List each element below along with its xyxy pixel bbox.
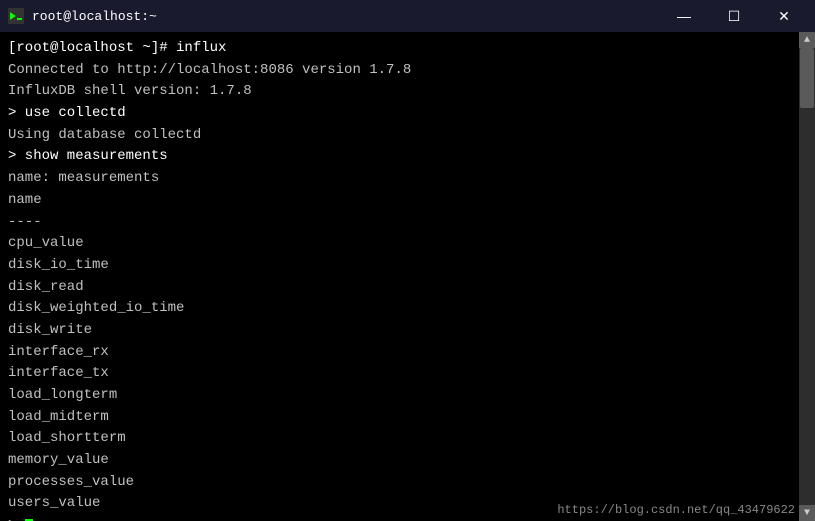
minimize-button[interactable]: — [661,2,707,30]
terminal-body[interactable]: [root@localhost ~]# influx Connected to … [0,32,815,521]
scroll-track[interactable] [799,48,815,505]
line-13: disk_weighted_io_time [8,298,807,320]
window-title: root@localhost:~ [32,9,157,24]
line-7: name: measurements [8,168,807,190]
line-8: name [8,190,807,212]
scroll-down-arrow[interactable]: ▼ [799,505,815,521]
line-21: processes_value [8,472,807,494]
title-bar: root@localhost:~ — ☐ ✕ [0,0,815,32]
line-9: ---- [8,212,807,234]
line-1: [root@localhost ~]# influx [8,38,807,60]
scrollbar[interactable]: ▲ ▼ [799,32,815,521]
line-18: load_midterm [8,407,807,429]
line-6: > show measurements [8,146,807,168]
title-bar-left: root@localhost:~ [8,8,157,24]
line-17: load_longterm [8,385,807,407]
line-19: load_shortterm [8,428,807,450]
line-12: disk_read [8,277,807,299]
close-button[interactable]: ✕ [761,2,807,30]
line-20: memory_value [8,450,807,472]
line-4: > use collectd [8,103,807,125]
line-15: interface_rx [8,342,807,364]
maximize-button[interactable]: ☐ [711,2,757,30]
line-2: Connected to http://localhost:8086 versi… [8,60,807,82]
line-10: cpu_value [8,233,807,255]
line-3: InfluxDB shell version: 1.7.8 [8,81,807,103]
line-5: Using database collectd [8,125,807,147]
scroll-up-arrow[interactable]: ▲ [799,32,815,48]
title-bar-controls: — ☐ ✕ [661,2,807,30]
terminal-icon [8,8,24,24]
line-11: disk_io_time [8,255,807,277]
watermark: https://blog.csdn.net/qq_43479622 [557,503,795,517]
line-16: interface_tx [8,363,807,385]
terminal-window: root@localhost:~ — ☐ ✕ [root@localhost ~… [0,0,815,521]
scroll-thumb[interactable] [800,48,814,108]
line-14: disk_write [8,320,807,342]
